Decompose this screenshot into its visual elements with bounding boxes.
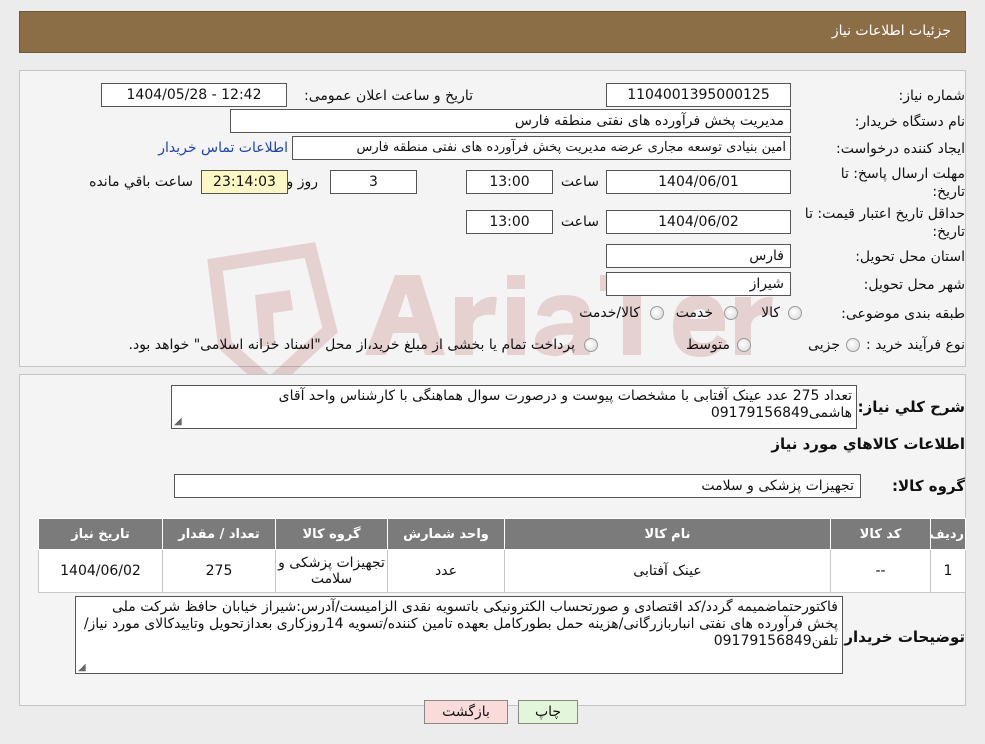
province-label: استان محل تحویل: <box>855 249 965 265</box>
buyer-org-field: مدیریت پخش فرآورده های نفتی منطقه فارس <box>230 109 791 133</box>
remaining-label: ساعت باقي مانده <box>89 174 193 190</box>
col-header-code: کد کالا <box>830 518 931 550</box>
category-goods-radio[interactable] <box>788 306 802 320</box>
category-goods-label: کالا <box>761 305 780 321</box>
col-header-name: نام کالا <box>504 518 831 550</box>
validity-date-field: 1404/06/02 <box>606 210 791 234</box>
page-header: جزئیات اطلاعات نیاز <box>19 11 966 53</box>
province-field: فارس <box>606 244 791 268</box>
validity-time-field: 13:00 <box>466 210 553 234</box>
purchase-medium-radio[interactable] <box>737 338 751 352</box>
cell-need-date: 1404/06/02 <box>38 549 163 593</box>
deadline-time-label: ساعت <box>560 174 599 190</box>
category-goods-service-label: کالا/خدمت <box>579 305 640 321</box>
cell-quantity: 275 <box>162 549 276 593</box>
need-number-field: 1104001395000125 <box>606 83 791 107</box>
items-table: ردیف کد کالا نام کالا واحد شمارش گروه کا… <box>38 518 966 593</box>
category-service-label: خدمت <box>675 305 713 321</box>
creator-field: امین بنیادی توسعه مجاری عرضه مدیریت پخش … <box>292 136 791 160</box>
need-number-label: شماره نیاز: <box>898 88 966 104</box>
cell-row-number: 1 <box>930 549 966 593</box>
back-button[interactable]: بازگشت <box>424 700 508 724</box>
buyer-contact-link[interactable]: اطلاعات تماس خریدار <box>158 140 288 156</box>
treasury-payment-note: پرداخت تمام یا بخشی از مبلغ خرید،از محل … <box>128 337 575 353</box>
purchase-minor-label: جزیی <box>808 337 840 353</box>
page-title: جزئیات اطلاعات نیاز <box>831 23 951 39</box>
category-label: طبقه بندی موضوعی: <box>841 306 965 322</box>
deadline-label: مهلت ارسال پاسخ: تا <box>840 166 965 182</box>
cell-group: تجهیزات پزشکی و سلامت <box>275 549 388 593</box>
cell-unit: عدد <box>387 549 505 593</box>
remaining-time-field: 23:14:03 <box>201 170 288 194</box>
treasury-payment-checkbox[interactable] <box>584 338 598 352</box>
creator-label: ایجاد کننده درخواست: <box>836 141 965 157</box>
col-header-need-date: تاریخ نیاز <box>38 518 163 550</box>
purchase-minor-radio[interactable] <box>846 338 860 352</box>
table-row: 1 -- عینک آفتابی عدد تجهیزات پزشکی و سلا… <box>38 549 966 593</box>
validity-label: حداقل تاریخ اعتبار قیمت: تا <box>804 206 965 222</box>
print-button[interactable]: چاپ <box>518 700 578 724</box>
category-service-radio[interactable] <box>724 306 738 320</box>
notes-resize-grip-icon[interactable]: ◢ <box>78 662 86 673</box>
buyer-org-label: نام دستگاه خریدار: <box>854 114 965 130</box>
summary-label: شرح کلي نياز: <box>857 398 965 416</box>
deadline-date-field: 1404/06/01 <box>606 170 791 194</box>
buyer-notes-text: فاکتورحتماضمیمه گردد/کد اقتصادی و صورتحس… <box>83 599 838 649</box>
goods-group-field: تجهیزات پزشکی و سلامت <box>174 474 861 498</box>
summary-textarea[interactable]: تعداد 275 عدد عینک آفتابی با مشخصات پیوس… <box>171 385 857 429</box>
deadline-days-field: 3 <box>330 170 417 194</box>
announce-datetime-label: تاریخ و ساعت اعلان عمومی: <box>304 88 473 104</box>
buyer-notes-label: توضیحات خریدار: <box>838 628 965 646</box>
col-header-quantity: تعداد / مقدار <box>162 518 276 550</box>
summary-text: تعداد 275 عدد عینک آفتابی با مشخصات پیوس… <box>278 388 852 421</box>
city-field: شیراز <box>606 272 791 296</box>
cell-code: -- <box>830 549 931 593</box>
col-header-unit: واحد شمارش <box>387 518 505 550</box>
cell-name: عینک آفتابی <box>504 549 831 593</box>
validity-time-label: ساعت <box>560 214 599 230</box>
purchase-type-label: نوع فرآیند خرید : <box>866 337 965 353</box>
days-label: روز و <box>286 174 319 190</box>
resize-grip-icon[interactable]: ◢ <box>174 416 182 427</box>
table-header-row: ردیف کد کالا نام کالا واحد شمارش گروه کا… <box>38 518 966 550</box>
col-header-row-number: ردیف <box>929 518 966 550</box>
announce-datetime-field: 1404/05/28 - 12:42 <box>101 83 287 107</box>
validity-label-line2: تاریخ: <box>932 224 965 240</box>
buyer-notes-textarea[interactable]: فاکتورحتماضمیمه گردد/کد اقتصادی و صورتحس… <box>75 596 843 674</box>
items-table-wrapper: ردیف کد کالا نام کالا واحد شمارش گروه کا… <box>38 518 966 593</box>
goods-info-title: اطلاعات کالاهاي مورد نياز <box>771 435 965 453</box>
col-header-group: گروه کالا <box>275 518 388 550</box>
category-goods-service-radio[interactable] <box>650 306 664 320</box>
goods-group-label: گروه کالا: <box>892 477 965 495</box>
deadline-time-field: 13:00 <box>466 170 553 194</box>
city-label: شهر محل تحویل: <box>863 277 965 293</box>
purchase-medium-label: متوسط <box>686 337 730 353</box>
deadline-label-line2: تاریخ: <box>932 184 965 200</box>
